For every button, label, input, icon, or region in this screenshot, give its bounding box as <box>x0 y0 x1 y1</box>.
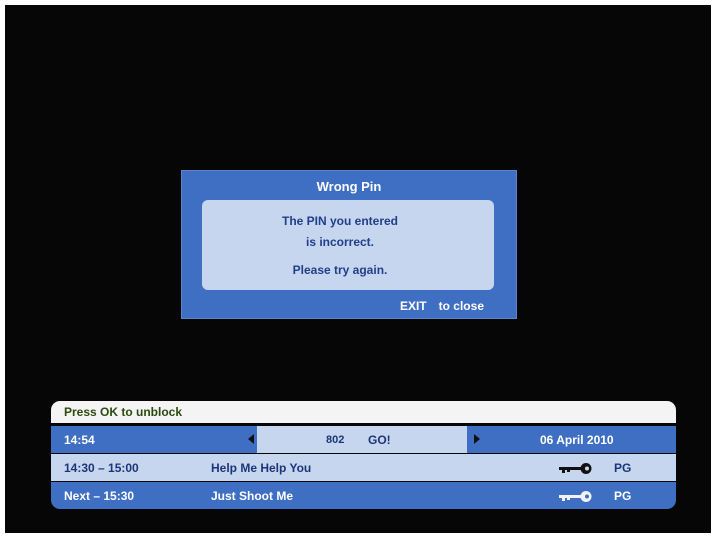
unblock-prompt: Press OK to unblock <box>64 405 183 419</box>
now-time: 14:30 – 15:00 <box>64 461 139 475</box>
clock: 14:54 <box>64 433 95 447</box>
date: 06 April 2010 <box>540 433 614 447</box>
unblock-prompt-bar[interactable]: Press OK to unblock <box>51 401 676 423</box>
next-title: Just Shoot Me <box>211 489 294 503</box>
channel-next-arrow-icon[interactable] <box>474 434 480 444</box>
tv-screen: Wrong Pin The PIN you entered is incorre… <box>5 5 711 533</box>
now-title: Help Me Help You <box>211 461 312 475</box>
message-line-2: is incorrect. <box>305 235 375 249</box>
key-icon <box>559 463 592 474</box>
message-line-3: Please try again. <box>292 263 388 277</box>
dialog-message-panel: The PIN you entered is incorrect. Please… <box>202 200 494 290</box>
now-rating: PG <box>614 461 632 475</box>
channel-number: 802 <box>326 434 345 446</box>
next-rating: PG <box>614 489 632 503</box>
key-icon <box>559 491 592 502</box>
now-programme-row[interactable]: 14:30 – 15:00 Help Me Help You PG <box>51 454 676 481</box>
message-line-1: The PIN you entered <box>281 214 399 228</box>
dialog-title: Wrong Pin <box>316 179 382 194</box>
channel-info-row: 14:54 802 GO! 06 April 2010 <box>51 426 676 453</box>
next-programme-row[interactable]: Next – 15:30 Just Shoot Me PG <box>51 482 676 509</box>
channel-name: GO! <box>368 433 391 447</box>
exit-hint[interactable]: EXIT to close <box>400 299 484 313</box>
exit-key-label: EXIT <box>399 299 427 313</box>
wrong-pin-dialog: Wrong Pin The PIN you entered is incorre… <box>181 170 517 319</box>
exit-action-label: to close <box>438 299 484 313</box>
channel-prev-arrow-icon[interactable] <box>248 434 254 444</box>
next-time: Next – 15:30 <box>64 489 135 503</box>
channel-selector[interactable]: 802 GO! <box>257 426 467 453</box>
